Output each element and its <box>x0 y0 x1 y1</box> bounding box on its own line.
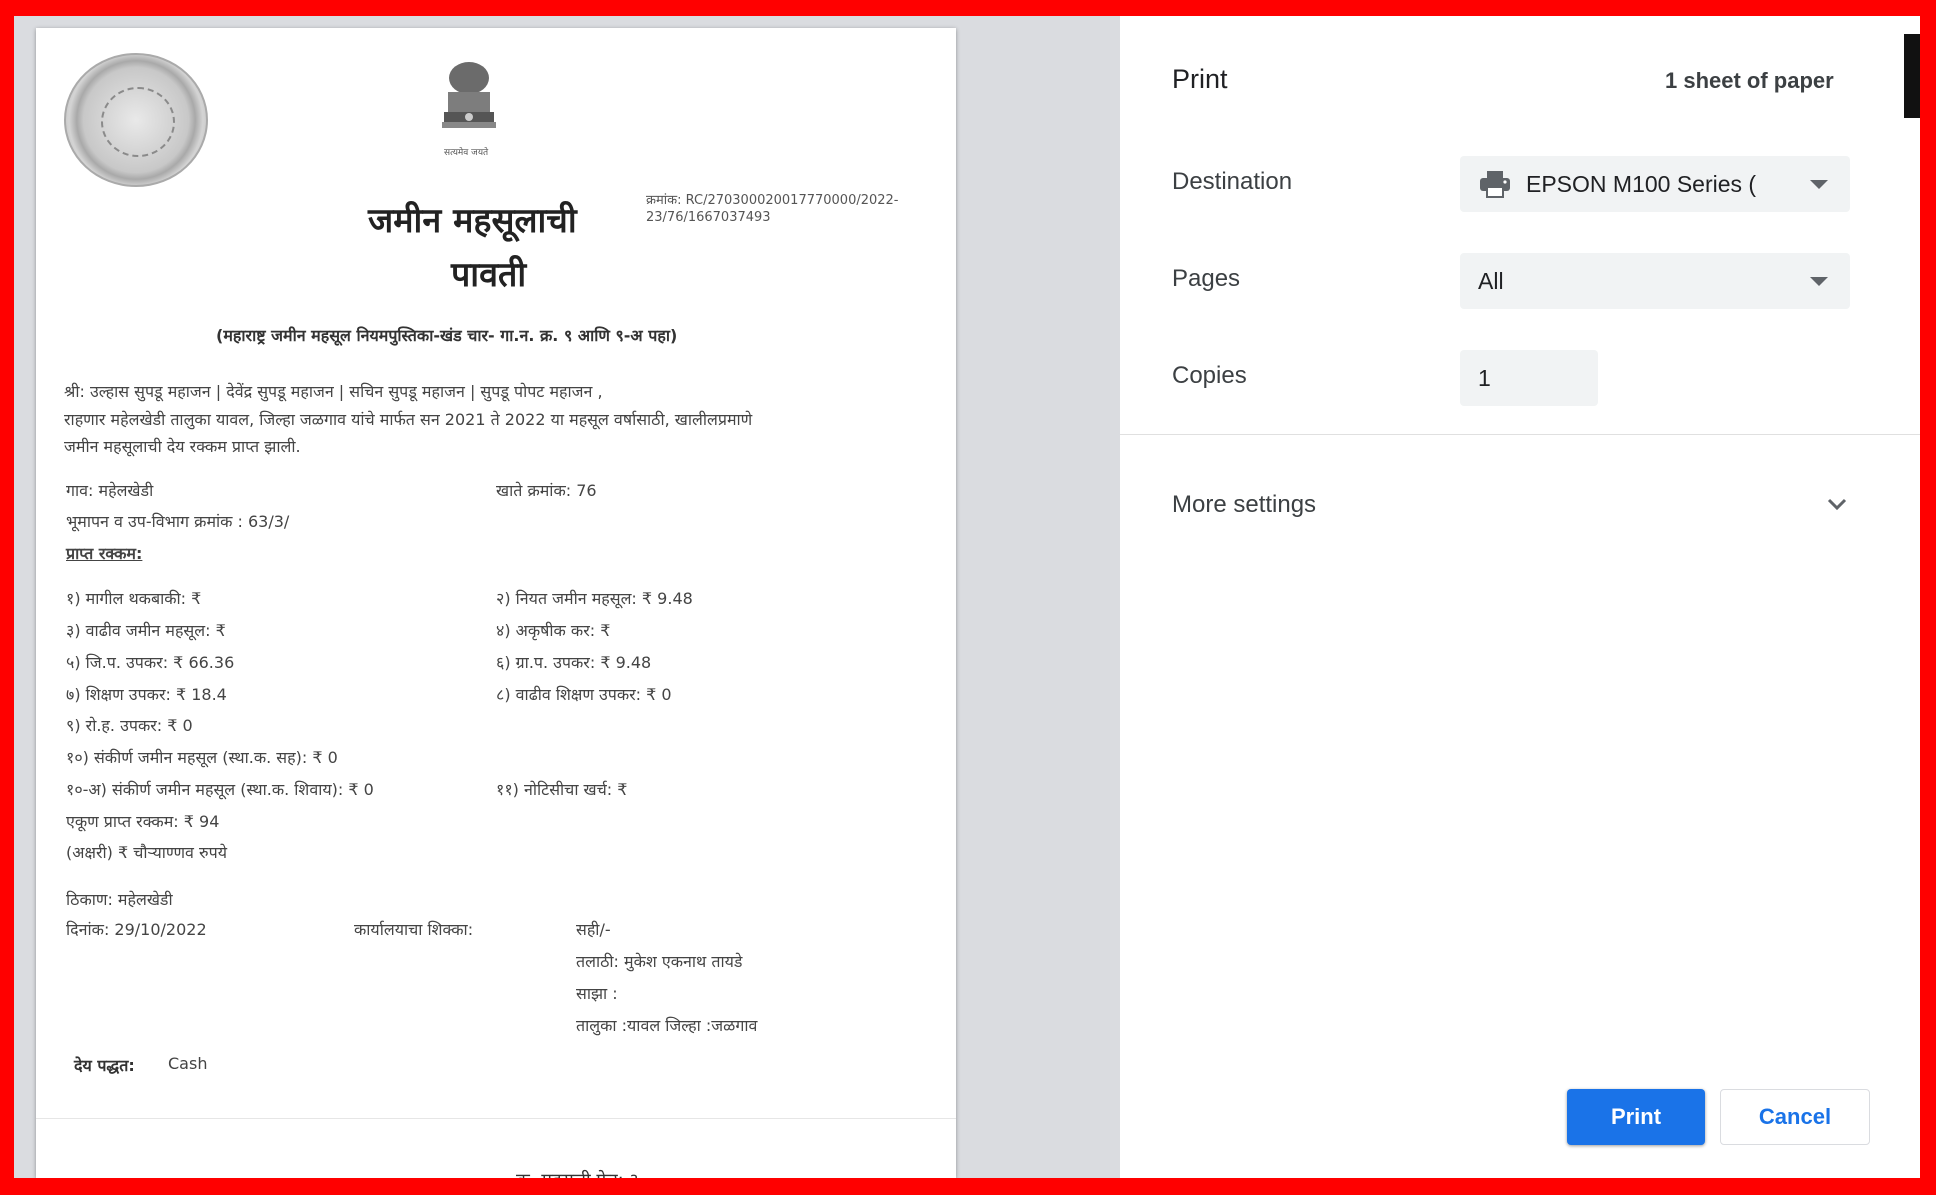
receipt-item: १) मागील थकबाकी: ₹ <box>66 589 202 608</box>
more-settings-toggle[interactable]: More settings <box>1172 491 1316 519</box>
government-seal-logo <box>64 53 208 187</box>
receipt-title-line1: जमीन महसूलाची <box>368 201 577 241</box>
saja: साझा : <box>576 984 618 1003</box>
receipt-item: ८) वाढीव शिक्षण उपकर: ₹ 0 <box>496 685 672 704</box>
intro-line: श्री: उल्हास सुपडू महाजन | देवेंद्र सुपड… <box>64 382 603 401</box>
talathi-name: तलाठी: मुकेश एकनाथ तायडे <box>576 952 743 971</box>
page-divider <box>36 1118 956 1119</box>
chevron-down-icon[interactable] <box>1826 496 1848 512</box>
receipt-item: ६) ग्रा.प. उपकर: ₹ 9.48 <box>496 653 652 672</box>
office-seal-label: कार्यालयाचा शिक्का: <box>354 920 474 939</box>
triangle-down-icon <box>1810 277 1828 286</box>
receipt-number: क्रमांक: RC/270300020017770000/2022- <box>646 193 899 208</box>
account-number: खाते क्रमांक: 76 <box>496 481 597 500</box>
payment-method-label: देय पद्धत: <box>74 1056 135 1075</box>
printer-icon <box>1480 171 1510 198</box>
copies-label: Copies <box>1172 362 1247 389</box>
preview-page: सत्यमेव जयते जमीन महसूलाची पावती क्रमांक… <box>36 28 956 1178</box>
total-in-words: (अक्षरी) ₹ चौऱ्याण्णव रुपये <box>66 843 227 862</box>
pages-label: Pages <box>1172 265 1241 292</box>
cancel-button[interactable]: Cancel <box>1720 1089 1870 1145</box>
place: ठिकाण: महेलखेडी <box>66 890 173 909</box>
destination-label: Destination <box>1172 168 1293 195</box>
window-scrollbar[interactable] <box>1904 34 1920 118</box>
date: दिनांक: 29/10/2022 <box>66 920 207 939</box>
copies-value: 1 <box>1478 364 1491 391</box>
print-button[interactable]: Print <box>1567 1089 1705 1145</box>
total-amount: एकूण प्राप्त रक्कम: ₹ 94 <box>66 812 220 831</box>
print-settings-panel: Print 1 sheet of paper Destination EPSON… <box>1120 16 1920 1178</box>
next-page-fragment: क्र. महसूली फेर: ३ <box>516 1168 639 1178</box>
national-emblem-logo <box>442 62 496 128</box>
receipt-item: ४) अकृषीक कर: ₹ <box>496 621 611 640</box>
receipt-item: ११) नोटिसीचा खर्च: ₹ <box>496 780 628 799</box>
receipt-item: १०-अ) संकीर्ण जमीन महसूल (स्था.क. शिवाय)… <box>66 780 374 799</box>
pages-select[interactable]: All <box>1460 253 1850 309</box>
village: गाव: महेलखेडी <box>66 481 154 500</box>
payment-method-value: Cash <box>168 1054 208 1073</box>
received-heading: प्राप्त रक्कम: <box>66 544 143 563</box>
dialog-title: Print <box>1172 64 1228 94</box>
receipt-item: १०) संकीर्ण जमीन महसूल (स्था.क. सह): ₹ 0 <box>66 748 338 767</box>
intro-line: जमीन महसूलाची देय रक्कम प्राप्त झाली. <box>64 437 301 456</box>
copies-input[interactable]: 1 <box>1460 350 1598 406</box>
print-dialog: सत्यमेव जयते जमीन महसूलाची पावती क्रमांक… <box>14 16 1920 1178</box>
intro-line: राहणार महेलखेडी तालुका यावल, जिल्हा जळगा… <box>64 410 753 429</box>
section-divider <box>1120 434 1920 435</box>
receipt-number-cont: 23/76/1667037493 <box>646 210 771 225</box>
triangle-down-icon <box>1810 180 1828 189</box>
survey-number: भूमापन व उप-विभाग क्रमांक : 63/3/ <box>66 512 290 531</box>
pages-value: All <box>1478 267 1504 294</box>
receipt-item: ७) शिक्षण उपकर: ₹ 18.4 <box>66 685 227 704</box>
destination-select[interactable]: EPSON M100 Series ( <box>1460 156 1850 212</box>
sheet-count: 1 sheet of paper <box>1665 68 1834 93</box>
receipt-item: ९) रो.ह. उपकर: ₹ 0 <box>66 716 193 735</box>
receipt-item: २) नियत जमीन महसूल: ₹ 9.48 <box>496 589 693 608</box>
receipt-item: ३) वाढीव जमीन महसूल: ₹ <box>66 621 226 640</box>
receipt-subtitle: (महाराष्ट्र जमीन महसूल नियमपुस्तिका-खंड … <box>216 326 678 345</box>
destination-value: EPSON M100 Series ( <box>1526 170 1757 197</box>
print-preview-area[interactable]: सत्यमेव जयते जमीन महसूलाची पावती क्रमांक… <box>14 16 1120 1178</box>
signature: सही/- <box>576 920 611 939</box>
receipt-item: ५) जि.प. उपकर: ₹ 66.36 <box>66 653 235 672</box>
emblem-caption: सत्यमेव जयते <box>444 148 489 158</box>
taluka-district: तालुका :यावल जिल्हा :जळगाव <box>576 1016 758 1035</box>
receipt-title-line2: पावती <box>451 255 527 295</box>
